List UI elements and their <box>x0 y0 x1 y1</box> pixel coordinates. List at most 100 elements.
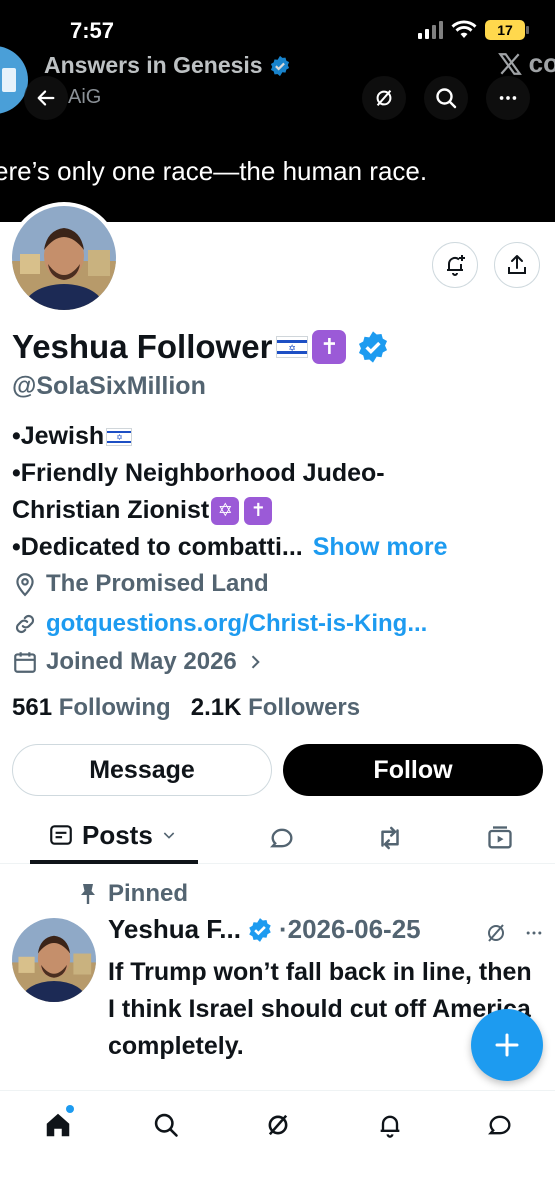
calendar-icon <box>14 652 36 673</box>
pinned-label: Pinned <box>108 880 189 907</box>
more-icon <box>526 931 542 935</box>
banner-text: ere’s only one race—the human race. <box>0 156 428 186</box>
posts-tab-icon <box>50 825 72 845</box>
home-icon <box>46 1113 70 1137</box>
tab-posts-label: Posts <box>82 819 153 850</box>
followers-label: Followers <box>248 694 361 721</box>
notification-dot <box>66 1105 74 1113</box>
bio-line-2: •Friendly Neighborhood Judeo- <box>12 459 385 487</box>
replies-icon <box>270 828 293 848</box>
israel-flag-icon: ✡ <box>276 336 309 358</box>
search-icon <box>436 88 457 109</box>
joined-text: Joined May 2026 <box>46 648 237 675</box>
tweet-header: Yeshua F... ·2026-06-25 <box>108 914 421 945</box>
following-count: 561 <box>12 694 53 721</box>
link-icon <box>15 614 35 634</box>
grok-icon <box>488 924 504 942</box>
latin-cross-icon: ✝ <box>312 330 347 364</box>
compose-button[interactable] <box>471 1009 543 1081</box>
brand-text: co <box>528 48 555 78</box>
bio-line-4: •Dedicated to combatti... <box>12 533 303 561</box>
tweet-author[interactable]: Yeshua F... <box>108 914 241 945</box>
quote-source-name: Answers in Genesis <box>44 52 263 78</box>
chevron-down-icon <box>163 832 175 839</box>
messages-icon <box>488 1115 511 1135</box>
x-logo-icon <box>497 52 522 75</box>
show-more-link[interactable]: Show more <box>313 529 448 566</box>
search-button[interactable] <box>424 76 468 120</box>
bottom-nav-divider <box>0 1090 555 1091</box>
share-button[interactable] <box>494 242 540 288</box>
website-link[interactable]: gotquestions.org/Christ-is-King... <box>46 610 427 638</box>
star-of-david-icon: ✡ <box>211 496 240 525</box>
nav-home[interactable] <box>36 1103 80 1147</box>
nav-messages[interactable] <box>478 1103 522 1147</box>
repost-icon <box>381 826 399 850</box>
profile-handle: @SolaSixMillion <box>12 372 206 400</box>
search-icon <box>154 1113 178 1137</box>
pin-icon <box>81 884 95 904</box>
bio-line-3: Christian Zionist <box>12 496 210 524</box>
pinned-indicator: Pinned <box>78 880 188 908</box>
battery-icon: 17 <box>485 20 529 40</box>
followers-link[interactable]: 2.1K Followers <box>191 694 360 721</box>
website-row: gotquestions.org/Christ-is-King... <box>12 610 427 638</box>
profile-avatar[interactable] <box>8 202 120 314</box>
back-arrow-icon <box>37 90 55 106</box>
nav-notifications[interactable] <box>368 1103 412 1147</box>
profile-banner: 7:57 17 Answers in Genesis AiG co ere’s … <box>0 0 555 222</box>
followers-count: 2.1K <box>190 694 242 721</box>
profile-name-text: Yeshua Follower <box>12 328 273 365</box>
notify-add-icon <box>447 255 465 276</box>
grok-icon <box>268 1114 288 1136</box>
tweet-avatar[interactable] <box>12 918 96 1002</box>
profile-name: Yeshua Follower ✡ ✝ <box>12 328 390 366</box>
share-icon <box>508 255 526 274</box>
nav-grok[interactable] <box>256 1103 300 1147</box>
joined-row[interactable]: Joined May 2026 <box>12 648 265 676</box>
chevron-right-icon <box>251 655 260 669</box>
bio-line-1: •Jewish <box>12 422 105 450</box>
bio-line: •Jewish ✡ <box>12 418 547 455</box>
follow-stats: 561 Following 2.1K Followers <box>12 694 360 722</box>
tweet-grok-button[interactable] <box>480 918 512 948</box>
nav-search[interactable] <box>144 1103 188 1147</box>
bell-icon <box>380 1115 400 1138</box>
verified-icon <box>270 55 289 76</box>
tweet-date: ·2026-06-25 <box>278 914 421 944</box>
tweet-more-button[interactable] <box>518 918 550 948</box>
following-link[interactable]: 561 Following <box>12 694 171 721</box>
bottom-nav <box>0 1095 555 1155</box>
israel-flag-icon: ✡ <box>106 427 133 446</box>
tab-reposts[interactable] <box>372 820 408 856</box>
grok-icon <box>376 90 392 106</box>
back-button[interactable] <box>24 76 68 120</box>
profile-bio: •Jewish ✡ •Friendly Neighborhood Judeo- … <box>12 418 547 566</box>
tab-media[interactable] <box>482 820 518 856</box>
tab-posts[interactable]: Posts <box>30 810 198 864</box>
brand-mark: co <box>497 48 555 79</box>
follow-button[interactable]: Follow <box>283 744 543 796</box>
quote-source: Answers in Genesis <box>44 52 291 79</box>
latin-cross-icon: ✝ <box>244 496 273 525</box>
grok-button[interactable] <box>362 76 406 120</box>
following-label: Following <box>58 694 171 721</box>
more-icon <box>499 96 517 100</box>
notify-button[interactable] <box>432 242 478 288</box>
quote-handle: AiG <box>68 86 102 108</box>
status-icons: 17 <box>418 20 529 40</box>
media-icon <box>488 826 512 849</box>
verified-icon <box>249 917 271 942</box>
plus-icon <box>495 1033 519 1057</box>
bio-line: Christian Zionist ✡ ✝ <box>12 492 547 529</box>
location-pin-icon <box>16 573 34 597</box>
more-button[interactable] <box>486 76 530 120</box>
profile-tabs: Posts <box>0 810 555 864</box>
message-button[interactable]: Message <box>12 744 272 796</box>
wifi-icon <box>451 20 477 38</box>
bio-line: •Friendly Neighborhood Judeo- <box>12 455 547 492</box>
status-time: 7:57 <box>70 18 115 43</box>
home-indicator-area <box>0 1160 555 1200</box>
verified-icon <box>359 331 388 363</box>
tab-replies[interactable] <box>264 820 300 856</box>
